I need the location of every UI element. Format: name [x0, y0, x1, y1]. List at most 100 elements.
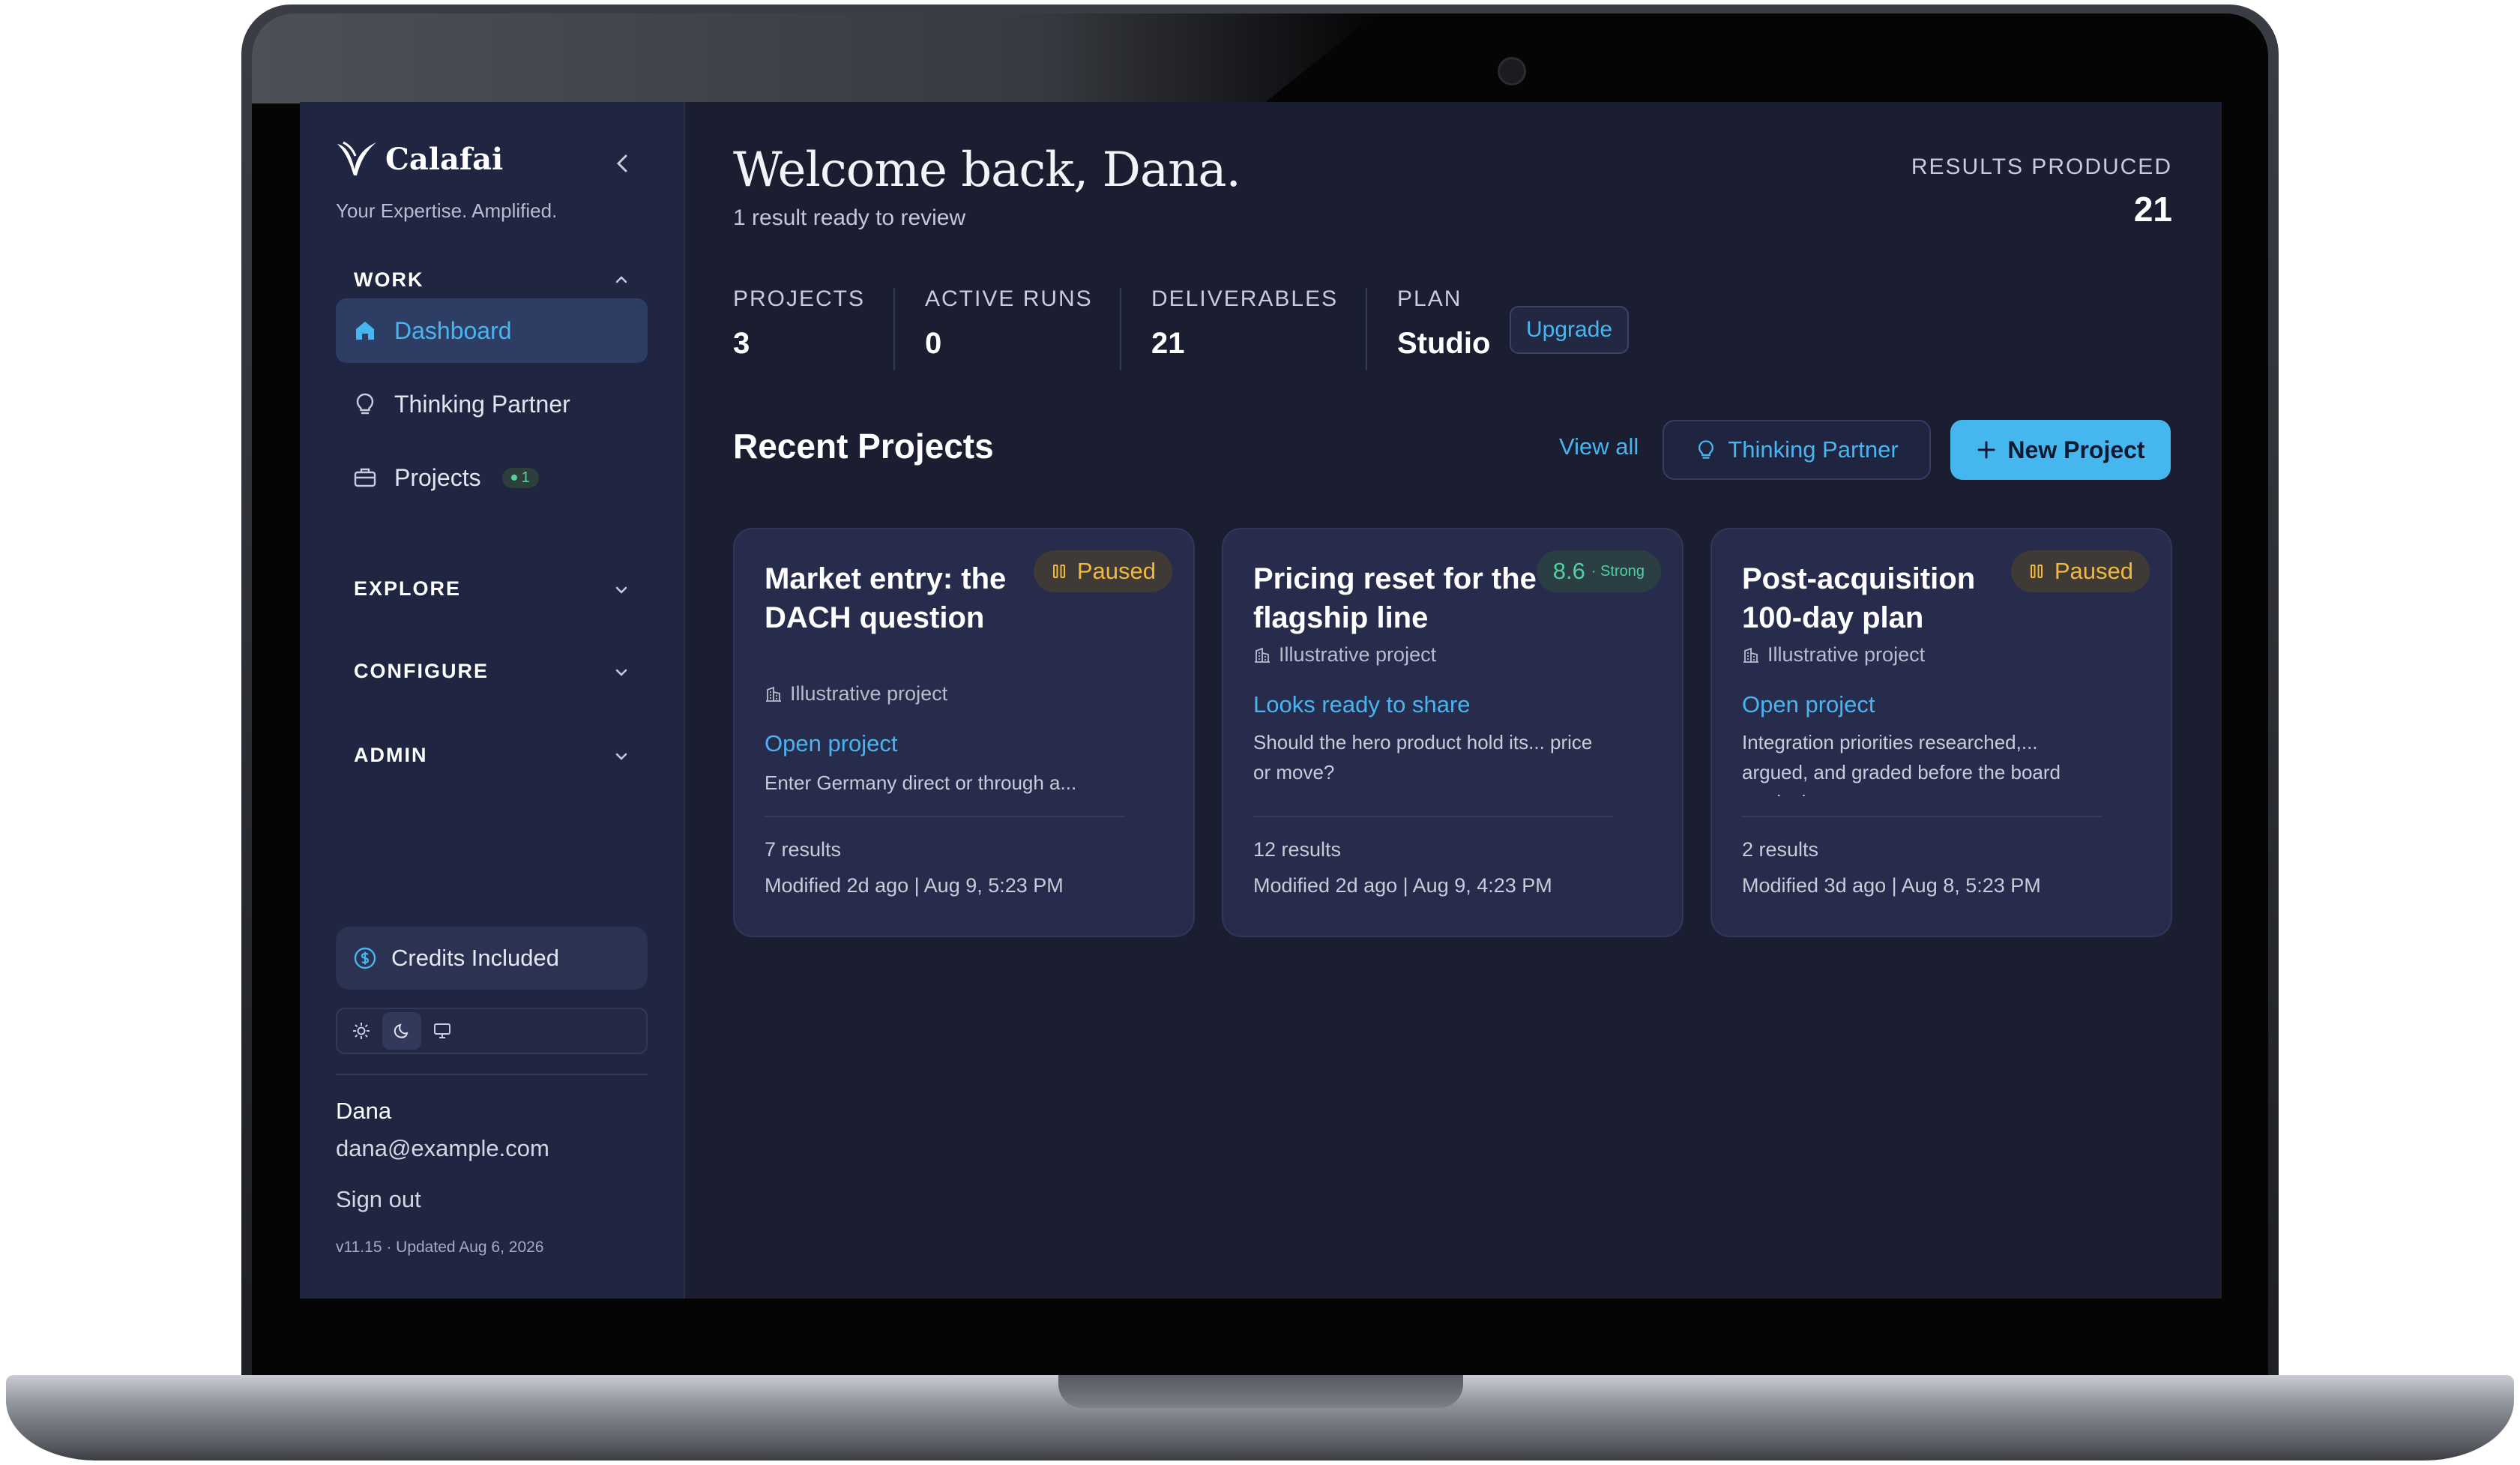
divider [1742, 816, 2102, 817]
credits-label: Credits Included [391, 945, 560, 971]
sidebar: Calafai Your Expertise. Amplified. WORK … [300, 102, 685, 1299]
sign-out-link[interactable]: Sign out [336, 1186, 421, 1213]
illustrative-label: Illustrative project [1279, 643, 1437, 666]
chevron-up-icon[interactable] [612, 270, 631, 289]
section-work[interactable]: WORK [354, 268, 423, 292]
stat-label: ACTIVE RUNS [925, 286, 1093, 311]
page-subtitle: 1 result ready to review [733, 205, 966, 230]
brand-tagline: Your Expertise. Amplified. [336, 199, 558, 222]
open-project-link[interactable]: Open project [1742, 691, 1875, 718]
project-card[interactable]: Market entry: the DACH question Paused I… [733, 528, 1195, 937]
status-badge: Paused [1033, 550, 1172, 592]
home-icon [356, 322, 374, 340]
stat-value: 0 [925, 327, 942, 360]
stat-value: Studio [1397, 327, 1491, 360]
status-label: Paused [1076, 558, 1156, 584]
stat-plan: PLAN Studio [1397, 286, 1490, 361]
sidebar-item-dashboard[interactable]: Dashboard [336, 298, 648, 363]
project-title: Market entry: the DACH question [765, 562, 1007, 634]
modified-date: Modified 3d ago | Aug 8, 5:23 PM [1742, 874, 2041, 897]
stat-value: 21 [1151, 327, 1185, 360]
illustrative-tag: Illustrative project [765, 682, 947, 706]
section-explore[interactable]: EXPLORE [354, 577, 461, 601]
status-badge: Paused [2010, 550, 2150, 592]
status-label: Paused [2054, 558, 2133, 584]
results-count: 7 results [765, 838, 842, 861]
stat-label: PROJECTS [733, 286, 866, 311]
brand[interactable]: Calafai [334, 139, 503, 178]
user-name: Dana [336, 1098, 392, 1124]
modified-date: Modified 2d ago | Aug 9, 4:23 PM [1253, 874, 1552, 897]
stat-label: PLAN [1397, 286, 1462, 311]
pause-icon [2030, 565, 2043, 578]
system-theme-button[interactable] [423, 1012, 462, 1050]
chevron-down-icon[interactable] [612, 580, 631, 600]
sidebar-item-label: Projects [394, 463, 481, 491]
chevron-down-icon[interactable] [612, 663, 631, 682]
dark-theme-button[interactable] [382, 1012, 421, 1050]
section-configure[interactable]: CONFIGURE [354, 660, 489, 683]
score-value: 8.6 [1552, 558, 1585, 584]
sidebar-item-label: Thinking Partner [394, 390, 570, 418]
webcam [1498, 57, 1526, 85]
divider [1120, 288, 1121, 370]
project-title: Pricing reset for the flagship line [1253, 562, 1537, 634]
dollar-coin-icon [354, 947, 376, 969]
view-all-link[interactable]: View all [1559, 433, 1639, 460]
collapse-sidebar-icon[interactable] [607, 148, 637, 178]
section-admin[interactable]: ADMIN [354, 744, 428, 767]
lightbulb-icon [356, 393, 374, 415]
plus-icon [1977, 441, 1995, 459]
divider [336, 1074, 648, 1075]
page-title: Welcome back, Dana. [733, 142, 1241, 198]
project-description: Integration priorities researched,... ar… [1742, 731, 2061, 796]
ready-to-share-link[interactable]: Looks ready to share [1253, 691, 1471, 718]
project-card[interactable]: Pricing reset for the flagship line 8.6 … [1222, 528, 1683, 937]
illustrative-label: Illustrative project [790, 682, 948, 705]
monitor-icon [434, 1023, 450, 1038]
pause-icon [1052, 565, 1065, 578]
button-label: New Project [2007, 436, 2145, 463]
thinking-partner-button[interactable]: Thinking Partner [1663, 420, 1931, 480]
calafai-logo-icon [337, 141, 376, 175]
illustrative-label: Illustrative project [1767, 643, 1926, 666]
results-produced-value: 21 [2133, 190, 2172, 229]
upgrade-button[interactable]: Upgrade [1510, 306, 1630, 354]
sidebar-item-thinking-partner[interactable]: Thinking Partner [336, 372, 648, 436]
moon-icon [394, 1023, 409, 1038]
project-card[interactable]: Post-acquisition 100-day plan Paused Ill… [1710, 528, 2172, 937]
laptop-notch [1058, 1375, 1463, 1408]
brand-name: Calafai [385, 141, 504, 177]
sidebar-item-projects[interactable]: Projects 1 [336, 445, 648, 510]
results-count: 12 results [1253, 838, 1342, 861]
version-info: v11.15 · Updated Aug 6, 2026 [336, 1239, 544, 1256]
project-description: Enter Germany direct or through a... [765, 771, 1077, 794]
new-project-button[interactable]: New Project [1950, 420, 2171, 480]
project-description: Should the hero product hold its... pric… [1253, 731, 1593, 783]
section-title: Recent Projects [733, 427, 994, 466]
building-icon [1743, 647, 1758, 663]
divider [1366, 288, 1367, 370]
stat-projects: PROJECTS 3 [733, 286, 865, 361]
results-count: 2 results [1742, 838, 1819, 861]
light-theme-button[interactable] [342, 1012, 381, 1050]
stat-value: 3 [733, 327, 750, 360]
divider [765, 816, 1124, 817]
projects-count: 1 [521, 469, 530, 486]
open-project-link[interactable]: Open project [765, 730, 898, 757]
briefcase-icon [354, 468, 376, 487]
status-dot [510, 475, 517, 481]
building-icon [1255, 647, 1270, 663]
app-window: Calafai Your Expertise. Amplified. WORK … [300, 102, 2222, 1299]
stat-deliverables: DELIVERABLES 21 [1151, 286, 1338, 361]
divider [1253, 816, 1613, 817]
divider [893, 288, 895, 370]
theme-switcher [336, 1008, 648, 1054]
illustrative-tag: Illustrative project [1742, 643, 1925, 667]
building-icon [766, 686, 781, 702]
credits-included-button[interactable]: Credits Included [336, 927, 648, 990]
sidebar-item-label: Dashboard [394, 316, 512, 344]
button-label: Thinking Partner [1728, 436, 1899, 463]
chevron-down-icon[interactable] [612, 747, 631, 766]
illustrative-tag: Illustrative project [1253, 643, 1436, 667]
